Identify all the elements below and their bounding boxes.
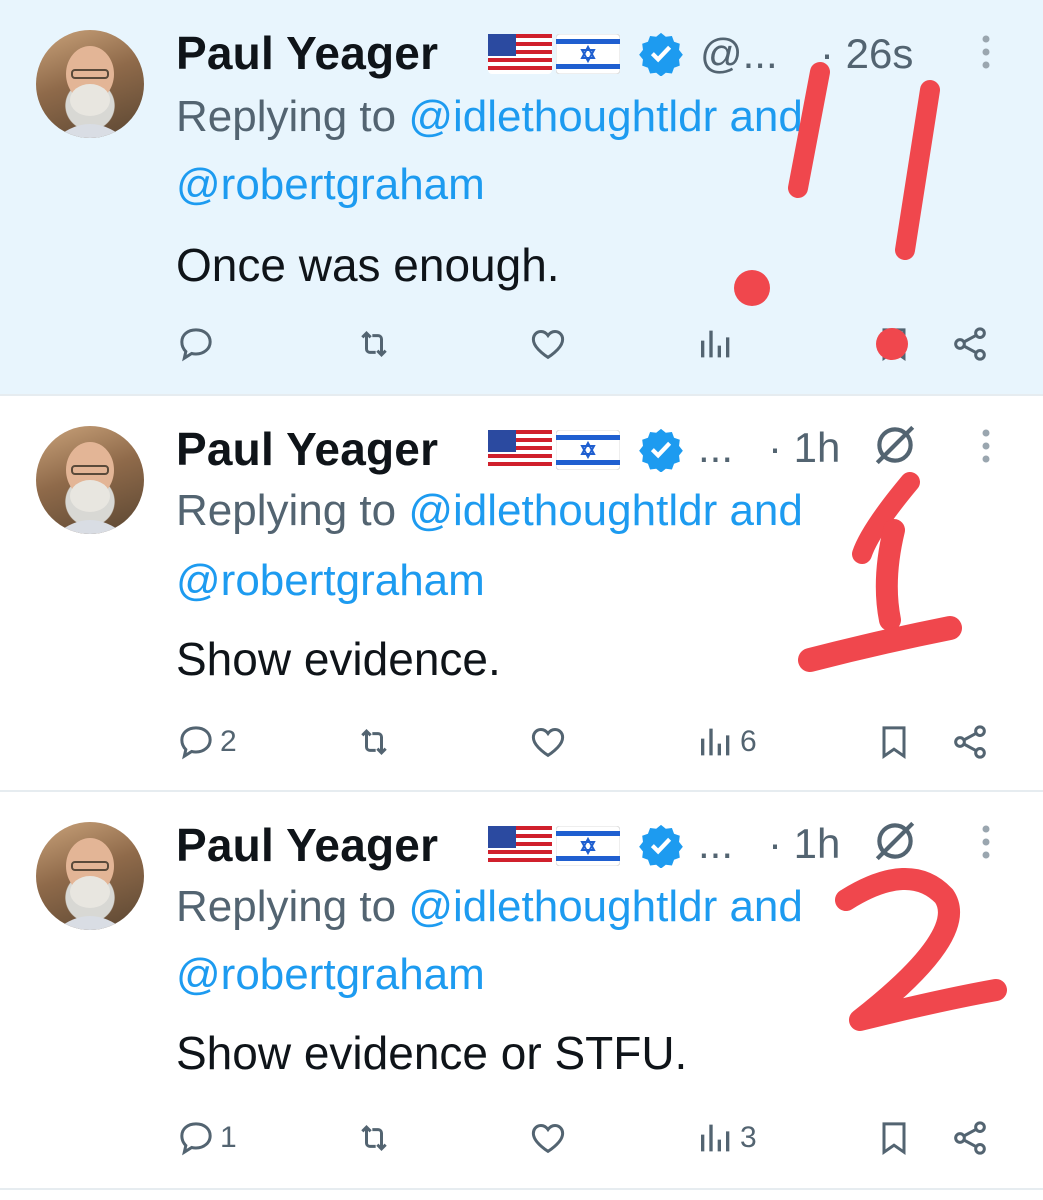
display-name[interactable]: Paul Yeager <box>176 818 438 872</box>
replying-to-2: @robertgraham <box>176 950 485 1000</box>
share-button[interactable] <box>950 1118 990 1158</box>
views-button[interactable] <box>696 324 740 364</box>
like-icon <box>531 329 565 360</box>
tweet-text: Show evidence. <box>176 633 501 685</box>
share-icon <box>954 725 986 759</box>
timestamp[interactable]: · 1h <box>768 820 840 868</box>
bookmark-icon <box>882 1122 906 1156</box>
more-icon[interactable] <box>978 428 994 469</box>
replying-to: Replying to @idlethoughtldr and <box>176 882 803 931</box>
handle[interactable]: ... <box>698 820 733 868</box>
views-count: 6 <box>740 725 757 758</box>
handle[interactable]: @... <box>700 30 778 78</box>
grok-icon[interactable] <box>870 420 920 475</box>
views-icon <box>701 1124 730 1152</box>
bookmark-button[interactable] <box>874 722 914 762</box>
israel-flag-icon <box>555 825 621 871</box>
retweet-icon <box>361 1125 387 1151</box>
replying-to-2: @robertgraham <box>176 160 485 210</box>
avatar[interactable] <box>36 426 144 534</box>
mention-link[interactable]: @idlethoughtldr <box>408 486 717 535</box>
us-flag-icon <box>488 826 552 871</box>
like-icon <box>531 1123 565 1154</box>
verified-badge-icon <box>638 30 684 81</box>
israel-flag-icon <box>555 429 621 475</box>
bookmark-button[interactable] <box>874 324 914 364</box>
us-flag-icon <box>488 430 552 475</box>
share-icon <box>954 327 986 361</box>
reply-count: 2 <box>220 725 237 758</box>
bookmark-icon <box>882 726 906 760</box>
reply-count: 1 <box>220 1121 237 1154</box>
retweet-icon <box>361 331 387 357</box>
share-button[interactable] <box>950 324 990 364</box>
avatar[interactable] <box>36 822 144 930</box>
us-flag-icon <box>488 34 552 79</box>
mention-link[interactable]: @robertgraham <box>176 160 485 209</box>
mention-link[interactable]: @robertgraham <box>176 556 485 605</box>
display-name[interactable]: Paul Yeager <box>176 422 438 476</box>
bookmark-button[interactable] <box>874 1118 914 1158</box>
like-icon <box>531 727 565 758</box>
more-icon[interactable] <box>978 824 994 865</box>
tweet-divider <box>0 1188 1043 1190</box>
reply-button[interactable]: 1 <box>176 1118 237 1158</box>
retweet-button[interactable] <box>354 722 394 762</box>
like-button[interactable] <box>528 324 568 364</box>
mention-link[interactable]: @robertgraham <box>176 950 485 999</box>
timestamp[interactable]: · 1h <box>768 424 840 472</box>
handle[interactable]: ... <box>698 424 733 472</box>
bookmark-icon <box>882 328 906 362</box>
timestamp[interactable]: · 26s <box>820 30 913 78</box>
verified-badge-icon <box>638 822 684 873</box>
views-button[interactable]: 3 <box>696 1118 757 1158</box>
like-button[interactable] <box>528 722 568 762</box>
retweet-icon <box>361 729 387 755</box>
verified-badge-icon <box>638 426 684 477</box>
views-button[interactable]: 6 <box>696 722 757 762</box>
share-icon <box>954 1121 986 1155</box>
views-count: 3 <box>740 1121 757 1154</box>
views-icon <box>701 330 730 358</box>
retweet-button[interactable] <box>354 324 394 364</box>
reply-icon <box>180 328 212 362</box>
reply-icon <box>180 1122 212 1156</box>
tweet-1[interactable]: Paul Yeager @... · 26s Replying to @idle… <box>0 0 1043 395</box>
tweet-text: Show evidence or STFU. <box>176 1027 688 1079</box>
display-name[interactable]: Paul Yeager <box>176 26 438 80</box>
tweet-2[interactable]: Paul Yeager ... · 1h Replying to @idleth… <box>0 396 1043 790</box>
mention-link[interactable]: @idlethoughtldr <box>408 882 717 931</box>
views-icon <box>701 728 730 756</box>
reply-icon <box>180 726 212 760</box>
like-button[interactable] <box>528 1118 568 1158</box>
replying-to: Replying to @idlethoughtldr and <box>176 486 803 535</box>
more-icon[interactable] <box>978 34 994 75</box>
tweet-3[interactable]: Paul Yeager ... · 1h Replying to @idleth… <box>0 792 1043 1188</box>
tweet-text: Once was enough. <box>176 239 560 291</box>
israel-flag-icon <box>555 33 621 79</box>
replying-to-2: @robertgraham <box>176 556 485 606</box>
share-button[interactable] <box>950 722 990 762</box>
mention-link[interactable]: @idlethoughtldr <box>408 92 717 141</box>
reply-button[interactable]: 2 <box>176 722 237 762</box>
retweet-button[interactable] <box>354 1118 394 1158</box>
replying-to: Replying to @idlethoughtldr and <box>176 92 803 141</box>
reply-button[interactable] <box>176 324 220 364</box>
grok-icon[interactable] <box>870 816 920 871</box>
avatar[interactable] <box>36 30 144 138</box>
